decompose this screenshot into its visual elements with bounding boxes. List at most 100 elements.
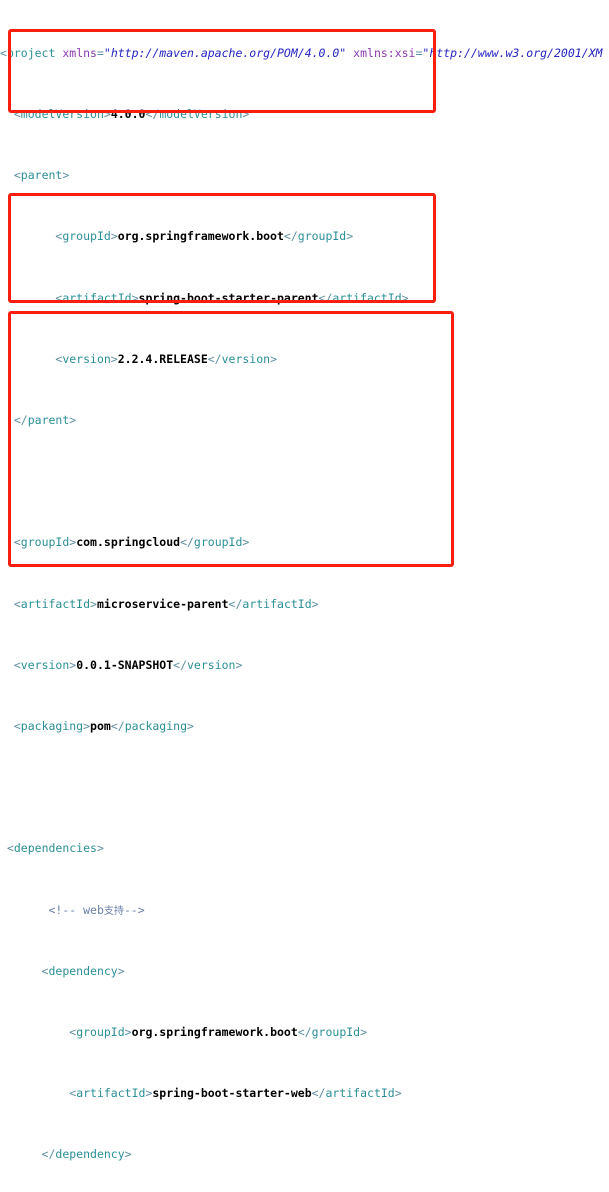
- code-line: <modelVersion>4.0.0</modelVersion>: [0, 107, 609, 122]
- angle-bracket-close: >: [69, 413, 77, 428]
- element-value: com.springcloud: [76, 535, 181, 550]
- comment-open: <!--: [48, 902, 84, 917]
- angle-bracket-open: <: [0, 45, 7, 60]
- attribute-value: "http://www.w3.org/2001/XM: [422, 45, 603, 60]
- tag-name: groupId: [62, 229, 111, 244]
- equals-sign: =: [96, 45, 104, 60]
- code-line: </dependency>: [0, 1147, 609, 1162]
- comment-text: web: [83, 902, 104, 917]
- angle-bracket-open: <: [13, 107, 21, 122]
- closing-tag-name: version: [221, 351, 271, 366]
- angle-bracket-close: >: [394, 1086, 402, 1101]
- closing-tag-open: </: [228, 596, 243, 611]
- code-line: <packaging>pom</packaging>: [0, 719, 609, 734]
- angle-bracket-close: >: [83, 718, 91, 733]
- tag-name: project: [6, 45, 56, 60]
- closing-tag-open: </: [41, 1147, 56, 1162]
- tag-name: packaging: [20, 718, 84, 733]
- code-line: </parent>: [0, 413, 609, 428]
- closing-tag-open: </: [297, 1024, 312, 1039]
- attribute-value: "http://maven.apache.org/POM/4.0.0": [103, 45, 347, 60]
- code-line: <dependency>: [0, 964, 609, 979]
- code-line: <groupId>com.springcloud</groupId>: [0, 535, 609, 550]
- tag-name: artifactId: [62, 290, 132, 305]
- angle-bracket-open: <: [13, 596, 21, 611]
- angle-bracket-close: >: [360, 1024, 368, 1039]
- angle-bracket-close: >: [401, 290, 409, 305]
- tag-name: parent: [20, 168, 63, 183]
- angle-bracket-open: <: [69, 1024, 77, 1039]
- angle-bracket-open: <: [69, 1086, 77, 1101]
- angle-bracket-close: >: [187, 718, 194, 733]
- closing-tag-name: version: [187, 657, 236, 672]
- angle-bracket-close: >: [103, 107, 111, 122]
- closing-tag-open: </: [110, 718, 125, 733]
- angle-bracket-close: >: [242, 535, 250, 550]
- angle-bracket-close: >: [145, 1086, 153, 1101]
- closing-tag-open: </: [173, 657, 187, 672]
- tag-name: modelVersion: [20, 107, 104, 122]
- comment-close: -->: [123, 902, 145, 917]
- closing-tag-open: </: [311, 1086, 326, 1101]
- closing-tag-name: artifactId: [332, 290, 402, 305]
- attribute-name: xmlns: [62, 45, 97, 60]
- code-line: <project xmlns="http://maven.apache.org/…: [0, 46, 609, 61]
- element-value: pom: [90, 718, 111, 733]
- code-editor-view[interactable]: <project xmlns="http://maven.apache.org/…: [0, 0, 609, 1161]
- tag-name: dependency: [48, 963, 118, 978]
- attribute-name: xmlns:xsi: [353, 45, 416, 60]
- angle-bracket-open: <: [13, 718, 21, 733]
- closing-tag-open: </: [13, 413, 28, 428]
- tag-name: groupId: [76, 1024, 125, 1039]
- angle-bracket-close: >: [69, 657, 77, 672]
- code-line: <artifactId>spring-boot-starter-web</art…: [0, 1086, 609, 1101]
- angle-bracket-close: >: [242, 107, 250, 122]
- angle-bracket-open: <: [6, 841, 14, 856]
- closing-tag-open: </: [180, 535, 194, 550]
- closing-tag-name: modelVersion: [159, 107, 243, 122]
- element-value: spring-boot-starter-web: [152, 1086, 312, 1101]
- code-line: <groupId>org.springframework.boot</group…: [0, 1025, 609, 1040]
- angle-bracket-close: >: [311, 596, 319, 611]
- angle-bracket-close: >: [110, 351, 118, 366]
- closing-tag-name: artifactId: [325, 1086, 395, 1101]
- element-value: 2.2.4.RELEASE: [117, 351, 208, 366]
- angle-bracket-close: >: [131, 290, 139, 305]
- element-value: microservice-parent: [96, 596, 229, 611]
- angle-bracket-close: >: [62, 168, 70, 183]
- code-line: <dependencies>: [0, 841, 609, 856]
- closing-tag-name: groupId: [311, 1024, 361, 1039]
- element-value: 4.0.0: [110, 107, 146, 122]
- tag-name: artifactId: [76, 1086, 146, 1101]
- closing-tag-open: </: [145, 107, 160, 122]
- closing-tag-name: groupId: [297, 229, 347, 244]
- angle-bracket-close: >: [235, 657, 243, 672]
- source-code-block[interactable]: <project xmlns="http://maven.apache.org/…: [0, 0, 609, 1192]
- code-line: <version>2.2.4.RELEASE</version>: [0, 352, 609, 367]
- angle-bracket-close: >: [117, 963, 125, 978]
- tag-name: groupId: [20, 535, 70, 550]
- angle-bracket-close: >: [124, 1147, 132, 1162]
- tag-name: version: [62, 351, 111, 366]
- angle-bracket-close: >: [96, 841, 104, 856]
- element-value: 0.0.1-SNAPSHOT: [76, 657, 174, 672]
- angle-bracket-close: >: [270, 351, 278, 366]
- element-value: org.springframework.boot: [131, 1024, 298, 1039]
- tag-name: version: [20, 657, 70, 672]
- angle-bracket-close: >: [346, 229, 354, 244]
- element-value: org.springframework.boot: [117, 229, 284, 244]
- angle-bracket-open: <: [13, 657, 21, 672]
- tag-name: artifactId: [20, 596, 91, 611]
- code-line: <artifactId>spring-boot-starter-parent</…: [0, 291, 609, 306]
- angle-bracket-open: <: [13, 535, 21, 550]
- closing-tag-name: dependency: [55, 1147, 125, 1162]
- angle-bracket-close: >: [124, 1024, 132, 1039]
- code-line: <artifactId>microservice-parent</artifac…: [0, 597, 609, 612]
- closing-tag-name: artifactId: [242, 596, 312, 611]
- angle-bracket-close: >: [90, 596, 97, 611]
- angle-bracket-close: >: [110, 229, 118, 244]
- closing-tag-open: </: [283, 229, 298, 244]
- code-line: <version>0.0.1-SNAPSHOT</version>: [0, 658, 609, 673]
